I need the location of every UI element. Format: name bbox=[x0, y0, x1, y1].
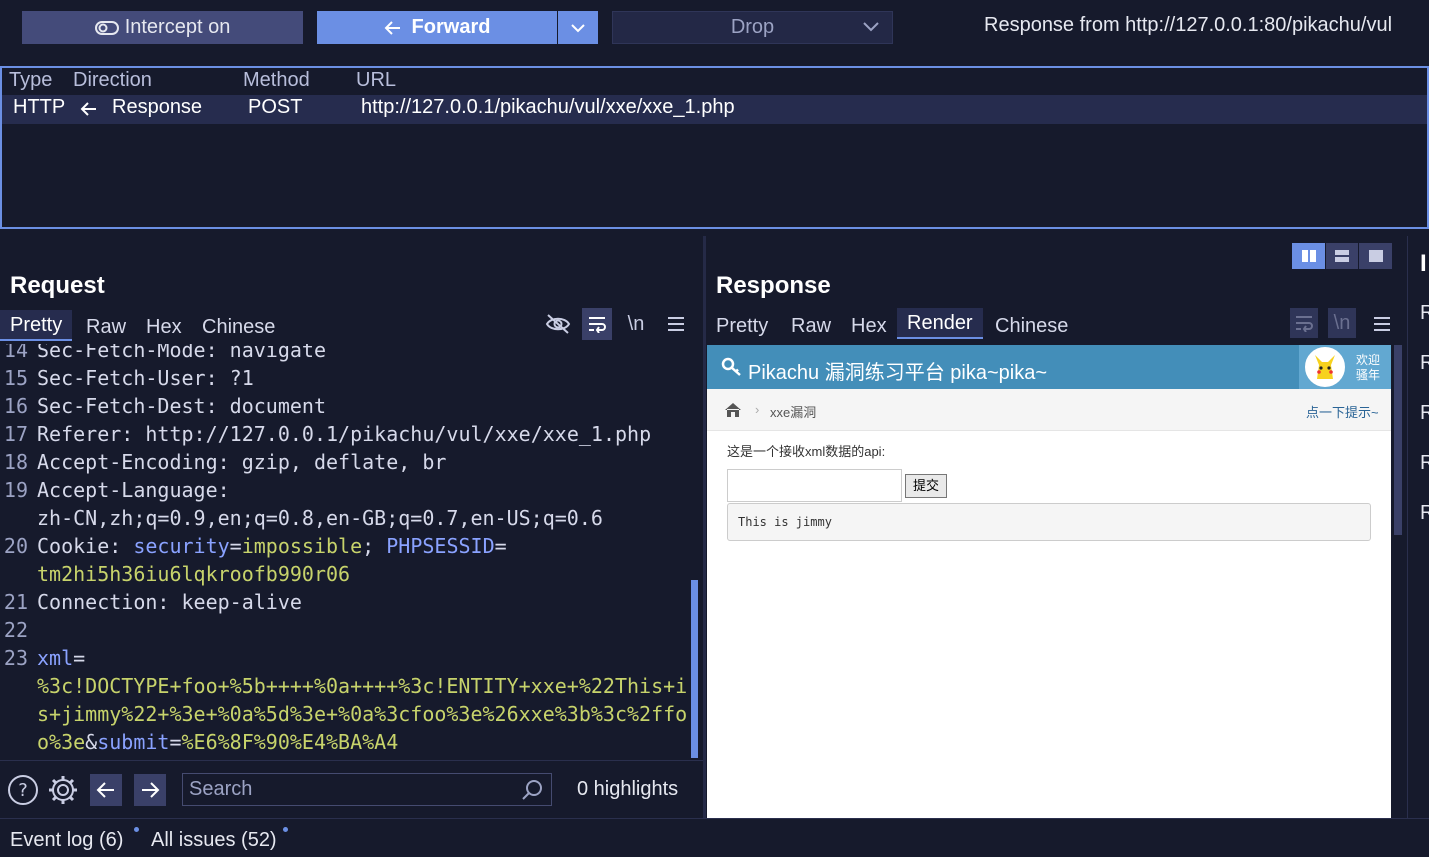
row-direction: Response bbox=[112, 96, 203, 118]
request-title: Request bbox=[10, 272, 105, 299]
home-icon[interactable] bbox=[724, 402, 742, 418]
site-title: Pikachu 漏洞练习平台 pika~pika~ bbox=[748, 362, 1048, 384]
arrow-left-icon bbox=[384, 20, 400, 35]
breadcrumb: › xxe漏洞 点一下提示~ bbox=[707, 389, 1391, 431]
tab-response-raw[interactable]: Raw bbox=[791, 315, 831, 338]
inspector-item[interactable]: R bbox=[1420, 502, 1429, 525]
top-toolbar: Intercept on Forward Drop Response from … bbox=[0, 0, 1429, 58]
intercept-queue-table: Type Direction Method URL HTTP Response … bbox=[0, 66, 1429, 229]
tab-response-render[interactable]: Render bbox=[897, 308, 983, 339]
chevron-down-icon bbox=[571, 23, 585, 32]
row-method: POST bbox=[248, 96, 303, 118]
arrow-left-icon bbox=[80, 100, 98, 123]
column-header-url[interactable]: URL bbox=[356, 69, 396, 92]
next-match-button[interactable] bbox=[134, 774, 166, 806]
api-prompt: 这是一个接收xml数据的api: bbox=[727, 444, 886, 459]
previous-match-button[interactable] bbox=[90, 774, 122, 806]
newline-toggle-button[interactable]: \n bbox=[622, 310, 650, 338]
search-placeholder: Search bbox=[189, 778, 253, 800]
tab-response-hex[interactable]: Hex bbox=[851, 315, 887, 338]
breadcrumb-item[interactable]: xxe漏洞 bbox=[770, 402, 816, 421]
tab-request-chinese[interactable]: Chinese bbox=[202, 316, 275, 339]
toggle-icon bbox=[94, 20, 119, 35]
hide-nonprinting-icon[interactable] bbox=[544, 310, 572, 338]
inspector-item[interactable]: R bbox=[1420, 402, 1429, 425]
request-editor[interactable]: 14 Sec-Fetch-Mode: navigate 15 Sec-Fetch… bbox=[0, 344, 690, 758]
rendered-response: Pikachu 漏洞练习平台 pika~pika~ 欢迎 骚年 › xxe漏洞 … bbox=[707, 345, 1391, 818]
request-scrollbar[interactable] bbox=[691, 580, 698, 758]
drop-button[interactable]: Drop bbox=[612, 11, 893, 44]
forward-dropdown-button[interactable] bbox=[558, 11, 598, 44]
inspector-title: I bbox=[1420, 250, 1427, 277]
response-from-label: Response from http://127.0.0.1:80/pikach… bbox=[984, 14, 1393, 36]
table-row[interactable]: HTTP Response POST http://127.0.0.1/pika… bbox=[2, 95, 1427, 124]
menu-icon[interactable] bbox=[1368, 310, 1396, 338]
result-text: This is jimmy bbox=[738, 515, 832, 529]
submit-button[interactable]: 提交 bbox=[905, 474, 947, 498]
layout-toggle-group bbox=[1292, 243, 1392, 269]
avatar bbox=[1305, 347, 1345, 387]
layout-side-by-side-icon[interactable] bbox=[1292, 243, 1325, 269]
row-url: http://127.0.0.1/pikachu/vul/xxe/xxe_1.p… bbox=[361, 96, 735, 118]
chevron-down-icon bbox=[863, 22, 879, 32]
all-issues-link[interactable]: All issues (52) bbox=[151, 829, 277, 852]
page-content: 这是一个接收xml数据的api: 提交 This is jimmy bbox=[707, 431, 1391, 818]
menu-icon[interactable] bbox=[662, 310, 690, 338]
help-icon[interactable]: ? bbox=[6, 773, 40, 807]
tab-response-chinese[interactable]: Chinese bbox=[995, 315, 1068, 338]
column-header-method[interactable]: Method bbox=[243, 69, 310, 92]
highlights-count: 0 highlights bbox=[577, 778, 679, 800]
search-icon[interactable] bbox=[521, 779, 543, 801]
event-log-link[interactable]: Event log (6) bbox=[10, 829, 123, 852]
intercept-label: Intercept on bbox=[124, 16, 231, 38]
intercept-toggle-button[interactable]: Intercept on bbox=[22, 11, 303, 44]
word-wrap-icon[interactable] bbox=[582, 308, 612, 340]
inspector-item[interactable]: R bbox=[1420, 352, 1429, 375]
table-header: Type Direction Method URL bbox=[2, 68, 1427, 94]
tab-response-pretty[interactable]: Pretty bbox=[716, 315, 768, 338]
welcome-text-2: 骚年 bbox=[1356, 368, 1381, 382]
search-input[interactable]: Search bbox=[182, 773, 552, 806]
svg-text:?: ? bbox=[18, 780, 28, 801]
response-title: Response bbox=[716, 272, 831, 299]
response-scrollbar[interactable] bbox=[1394, 345, 1402, 535]
layout-tabs-icon[interactable] bbox=[1359, 243, 1392, 269]
inspector-item[interactable]: R bbox=[1420, 452, 1429, 475]
layout-stacked-icon[interactable] bbox=[1326, 243, 1358, 269]
column-header-direction[interactable]: Direction bbox=[73, 69, 152, 92]
forward-label: Forward bbox=[411, 16, 491, 38]
site-header: Pikachu 漏洞练习平台 pika~pika~ 欢迎 骚年 bbox=[707, 345, 1391, 389]
hint-link[interactable]: 点一下提示~ bbox=[1306, 402, 1379, 421]
arrow-left-icon bbox=[96, 782, 114, 798]
row-type: HTTP bbox=[13, 96, 66, 118]
tab-request-hex[interactable]: Hex bbox=[146, 316, 182, 339]
key-icon bbox=[721, 357, 741, 376]
xml-input[interactable] bbox=[727, 469, 902, 502]
tab-request-raw[interactable]: Raw bbox=[86, 316, 126, 339]
forward-button[interactable]: Forward bbox=[317, 11, 557, 44]
inspector-item[interactable]: R bbox=[1420, 302, 1429, 325]
gear-icon[interactable] bbox=[46, 773, 80, 807]
drop-label: Drop bbox=[730, 16, 775, 38]
status-bar: Event log (6) All issues (52) bbox=[0, 818, 1429, 857]
notification-dot bbox=[283, 827, 288, 832]
arrow-right-icon bbox=[142, 782, 160, 798]
column-header-type[interactable]: Type bbox=[9, 69, 52, 92]
tab-request-pretty[interactable]: Pretty bbox=[0, 310, 73, 341]
user-area[interactable]: 欢迎 骚年 bbox=[1299, 345, 1391, 389]
request-search-bar: ? Search 0 highlights bbox=[0, 760, 703, 818]
result-box: This is jimmy bbox=[727, 503, 1371, 541]
word-wrap-icon[interactable] bbox=[1290, 308, 1318, 338]
inspector-panel: I R R R R R bbox=[1407, 236, 1429, 818]
chevron-right-icon: › bbox=[755, 402, 760, 417]
notification-dot bbox=[134, 827, 139, 832]
newline-toggle-button[interactable]: \n bbox=[1328, 308, 1356, 338]
